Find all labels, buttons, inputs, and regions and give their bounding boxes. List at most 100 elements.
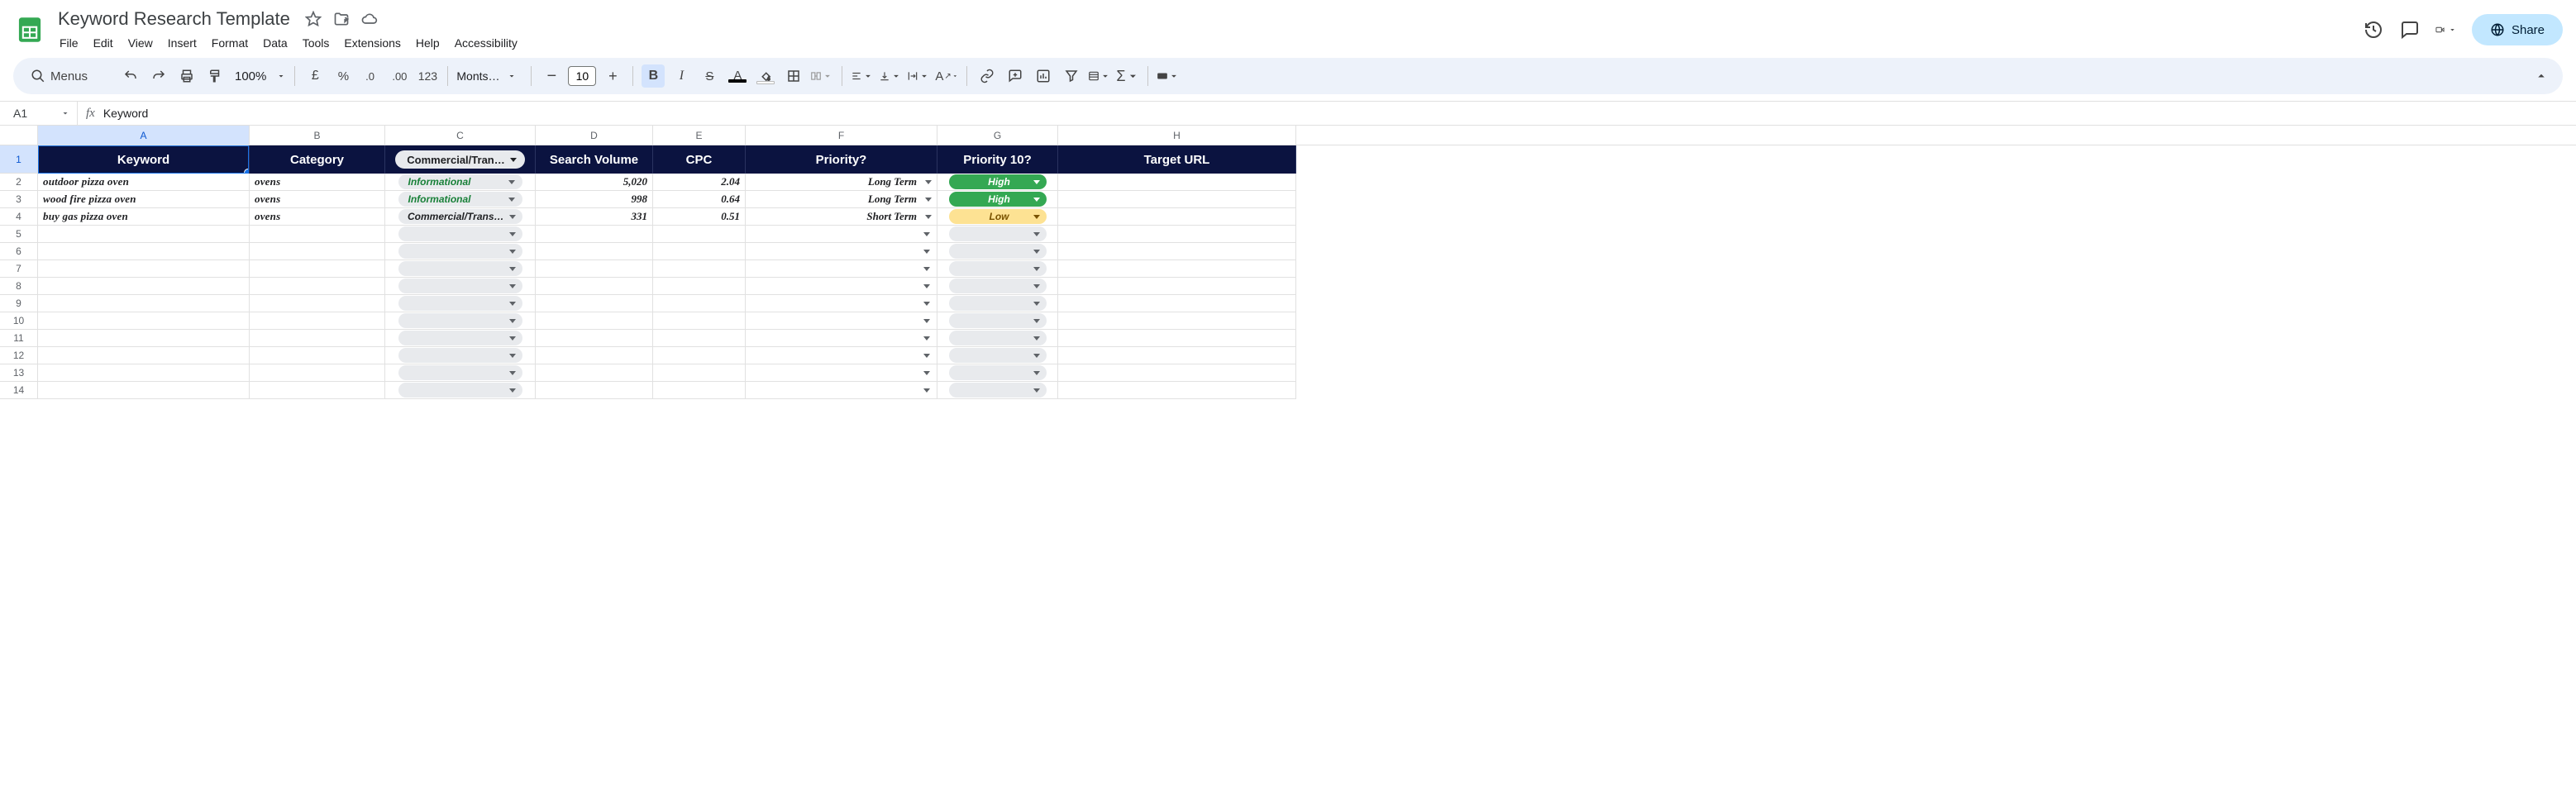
cell-priority10-empty[interactable] (937, 330, 1058, 347)
cell[interactable] (1058, 226, 1296, 243)
cell[interactable] (38, 330, 250, 347)
menu-view[interactable]: View (122, 33, 160, 53)
menu-search[interactable]: Menus (23, 64, 114, 88)
cell-intent-empty[interactable] (385, 243, 536, 260)
menu-tools[interactable]: Tools (296, 33, 336, 53)
cell-priority10-empty[interactable] (937, 278, 1058, 295)
cell-intent-empty[interactable] (385, 260, 536, 278)
cell[interactable] (38, 382, 250, 399)
cell[interactable] (536, 278, 653, 295)
cell[interactable] (1058, 364, 1296, 382)
cell[interactable] (653, 295, 746, 312)
cell-priority10[interactable]: High (937, 191, 1058, 208)
cell[interactable] (1058, 260, 1296, 278)
cell-A1[interactable]: Keyword (38, 145, 250, 174)
cell-intent-empty[interactable] (385, 295, 536, 312)
cell[interactable] (250, 347, 385, 364)
cell[interactable] (1058, 295, 1296, 312)
cell-priority10-empty[interactable] (937, 364, 1058, 382)
table-view-button[interactable] (1088, 64, 1111, 88)
cell-priority10[interactable]: Low (937, 208, 1058, 226)
redo-button[interactable] (147, 64, 170, 88)
cell-priority-empty[interactable] (746, 312, 937, 330)
cell[interactable] (536, 330, 653, 347)
currency-button[interactable]: £ (303, 64, 327, 88)
cell-F1[interactable]: Priority? (746, 145, 937, 174)
row-header-14[interactable]: 14 (0, 382, 38, 399)
cell-priority10-empty[interactable] (937, 295, 1058, 312)
row-header-5[interactable]: 5 (0, 226, 38, 243)
select-all-corner[interactable] (0, 126, 38, 145)
cell-volume[interactable]: 998 (536, 191, 653, 208)
paint-format-button[interactable] (203, 64, 227, 88)
cell[interactable] (1058, 382, 1296, 399)
row-header-8[interactable]: 8 (0, 278, 38, 295)
number-format-button[interactable]: 123 (416, 64, 439, 88)
cell-intent-empty[interactable] (385, 382, 536, 399)
cell[interactable] (1058, 278, 1296, 295)
cell[interactable] (38, 347, 250, 364)
cell-volume[interactable]: 331 (536, 208, 653, 226)
row-header-9[interactable]: 9 (0, 295, 38, 312)
cell[interactable] (536, 364, 653, 382)
decrease-font-button[interactable]: − (540, 64, 563, 88)
menu-extensions[interactable]: Extensions (337, 33, 407, 53)
cell-priority10[interactable]: High (937, 174, 1058, 191)
cell[interactable] (250, 295, 385, 312)
cell-keyword[interactable]: outdoor pizza oven (38, 174, 250, 191)
decrease-decimal-button[interactable]: .0 (360, 64, 383, 88)
cell-H1[interactable]: Target URL (1058, 145, 1296, 174)
row-header-10[interactable]: 10 (0, 312, 38, 330)
cell-intent-empty[interactable] (385, 364, 536, 382)
comments-icon[interactable] (2399, 19, 2421, 40)
cell-priority[interactable]: Short Term (746, 208, 937, 226)
cell[interactable] (1058, 312, 1296, 330)
cell-cpc[interactable]: 2.04 (653, 174, 746, 191)
functions-button[interactable]: Σ (1116, 64, 1139, 88)
cell-intent-empty[interactable] (385, 312, 536, 330)
col-header-D[interactable]: D (536, 126, 653, 145)
cell-priority10-empty[interactable] (937, 382, 1058, 399)
fill-color-button[interactable] (754, 64, 777, 88)
col-header-H[interactable]: H (1058, 126, 1296, 145)
cell-G1[interactable]: Priority 10? (937, 145, 1058, 174)
cell[interactable] (653, 330, 746, 347)
cell-D1[interactable]: Search Volume (536, 145, 653, 174)
cell-intent[interactable]: Informational (385, 191, 536, 208)
cell[interactable] (38, 295, 250, 312)
formula-input[interactable]: Keyword (103, 107, 148, 120)
cell[interactable] (653, 278, 746, 295)
cell[interactable] (536, 347, 653, 364)
cell-E1[interactable]: CPC (653, 145, 746, 174)
cell[interactable] (536, 295, 653, 312)
cell-url[interactable] (1058, 174, 1296, 191)
row-header-1[interactable]: 1 (0, 145, 38, 174)
cell-priority-empty[interactable] (746, 226, 937, 243)
meet-button[interactable] (2435, 19, 2457, 40)
cell-intent-empty[interactable] (385, 330, 536, 347)
percent-button[interactable]: % (332, 64, 355, 88)
cell-keyword[interactable]: buy gas pizza oven (38, 208, 250, 226)
star-icon[interactable] (305, 11, 322, 27)
insert-comment-button[interactable] (1004, 64, 1027, 88)
share-button[interactable]: Share (2472, 14, 2563, 45)
cell-volume[interactable]: 5,020 (536, 174, 653, 191)
cell-priority-empty[interactable] (746, 278, 937, 295)
row-header-11[interactable]: 11 (0, 330, 38, 347)
cell[interactable] (653, 243, 746, 260)
borders-button[interactable] (782, 64, 805, 88)
font-size-input[interactable] (568, 66, 596, 86)
cell-category[interactable]: ovens (250, 208, 385, 226)
cell[interactable] (38, 312, 250, 330)
cell-priority-empty[interactable] (746, 260, 937, 278)
cell-priority10-empty[interactable] (937, 260, 1058, 278)
cell-priority-empty[interactable] (746, 243, 937, 260)
col-header-E[interactable]: E (653, 126, 746, 145)
rotate-button[interactable]: A↗ (935, 64, 958, 88)
collapse-toolbar-button[interactable] (2530, 64, 2553, 88)
menu-edit[interactable]: Edit (87, 33, 120, 53)
col-header-A[interactable]: A (38, 126, 250, 145)
row-header-4[interactable]: 4 (0, 208, 38, 226)
cell-priority[interactable]: Long Term (746, 191, 937, 208)
cell-B1[interactable]: Category (250, 145, 385, 174)
